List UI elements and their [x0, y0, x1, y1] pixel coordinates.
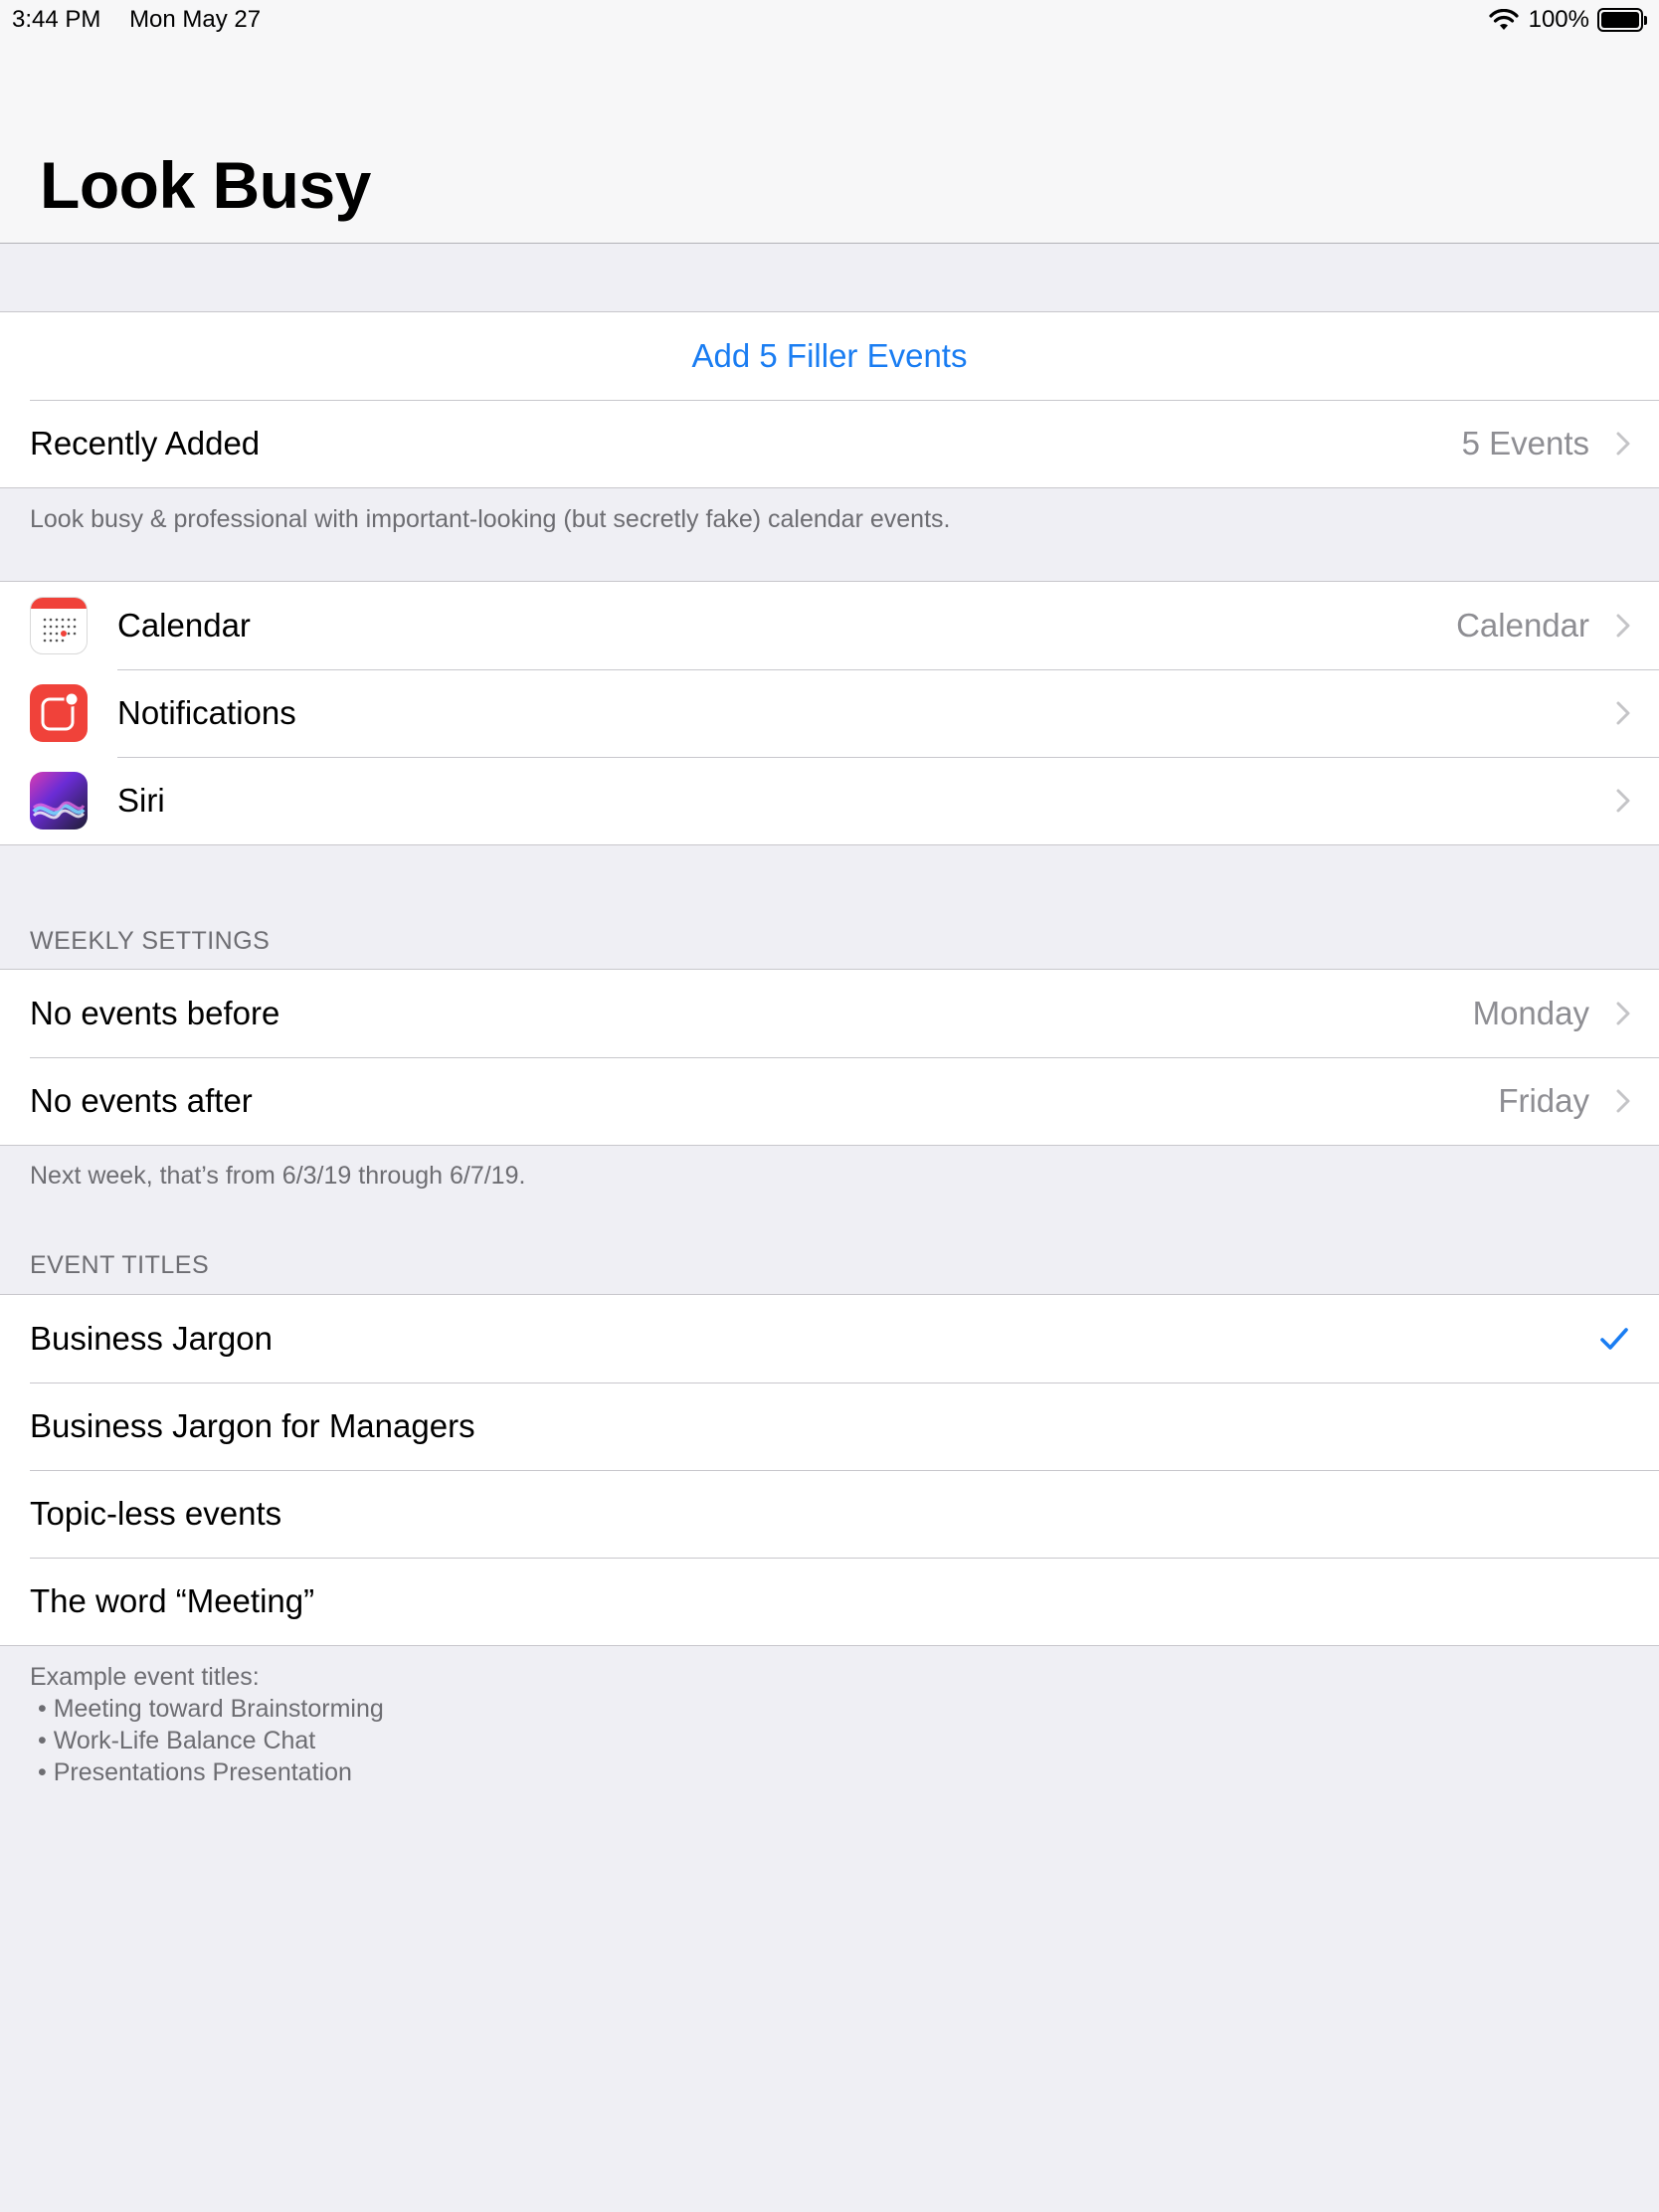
recently-added-label: Recently Added — [30, 425, 261, 461]
chevron-right-icon — [1616, 789, 1630, 813]
event-title-option-label: Business Jargon — [30, 1320, 273, 1357]
status-time: 3:44 PM — [12, 6, 101, 33]
event-title-option-label: The word “Meeting” — [30, 1582, 315, 1619]
no-events-before-value: Monday — [1472, 995, 1589, 1031]
actions-group: Add 5 Filler Events Recently Added 5 Eve… — [0, 311, 1659, 488]
event-title-option[interactable]: Business Jargon — [0, 1295, 1659, 1382]
no-events-before-row[interactable]: No events before Monday — [0, 970, 1659, 1057]
siri-app-icon — [30, 772, 88, 830]
event-title-option[interactable]: Business Jargon for Managers — [0, 1382, 1659, 1470]
event-title-option[interactable]: The word “Meeting” — [0, 1558, 1659, 1645]
event-titles-group: Business Jargon Business Jargon for Mana… — [0, 1294, 1659, 1646]
recently-added-value: 5 Events — [1461, 425, 1589, 461]
notifications-app-icon — [30, 684, 88, 742]
notifications-row[interactable]: Notifications — [0, 669, 1659, 757]
event-title-option[interactable]: Topic-less events — [0, 1470, 1659, 1558]
status-date: Mon May 27 — [129, 6, 262, 33]
calendar-value: Calendar — [1456, 607, 1589, 644]
event-titles-header: EVENT TITLES — [30, 1251, 210, 1279]
page-title: Look Busy — [40, 148, 371, 222]
notifications-label: Notifications — [117, 694, 296, 731]
chevron-right-icon — [1616, 614, 1630, 638]
weekly-settings-header: WEEKLY SETTINGS — [30, 927, 271, 955]
calendar-row[interactable]: Calendar Calendar — [0, 582, 1659, 669]
wifi-icon — [1489, 9, 1519, 30]
battery-percent: 100% — [1528, 6, 1589, 33]
chevron-right-icon — [1616, 1089, 1630, 1113]
main-footer: Look busy & professional with important-… — [30, 505, 951, 533]
siri-row[interactable]: Siri — [0, 757, 1659, 844]
example-titles-heading: Example event titles: — [30, 1663, 260, 1691]
status-bar-right: 100% — [1489, 6, 1649, 34]
battery-icon — [1597, 8, 1649, 32]
calendar-label: Calendar — [117, 607, 251, 644]
permissions-group: Calendar Calendar Notifications Siri — [0, 581, 1659, 845]
list-item: • Meeting toward Brainstorming — [38, 1695, 384, 1723]
chevron-right-icon — [1616, 432, 1630, 456]
event-title-option-label: Business Jargon for Managers — [30, 1407, 475, 1444]
calendar-app-icon — [30, 597, 88, 654]
checkmark-icon — [1600, 1328, 1628, 1350]
event-titles-footer: Example event titles: • Meeting toward B… — [30, 1661, 384, 1788]
event-title-option-label: Topic-less events — [30, 1495, 282, 1532]
no-events-after-value: Friday — [1498, 1082, 1589, 1119]
example-titles-list: • Meeting toward Brainstorming • Work-Li… — [30, 1693, 384, 1788]
weekly-settings-group: No events before Monday No events after … — [0, 969, 1659, 1146]
chevron-right-icon — [1616, 701, 1630, 725]
no-events-after-row[interactable]: No events after Friday — [0, 1057, 1659, 1145]
recently-added-row[interactable]: Recently Added 5 Events — [0, 400, 1659, 487]
weekly-footer: Next week, that’s from 6/3/19 through 6/… — [30, 1162, 526, 1190]
list-item: • Work-Life Balance Chat — [38, 1727, 316, 1754]
add-filler-events-button[interactable]: Add 5 Filler Events — [0, 312, 1659, 400]
add-filler-events-label: Add 5 Filler Events — [691, 337, 968, 374]
chevron-right-icon — [1616, 1002, 1630, 1025]
list-item: • Presentations Presentation — [38, 1758, 352, 1786]
status-bar-left: 3:44 PM Mon May 27 — [12, 6, 282, 34]
no-events-before-label: No events before — [30, 995, 280, 1031]
no-events-after-label: No events after — [30, 1082, 253, 1119]
siri-label: Siri — [117, 782, 165, 819]
navigation-bar: 3:44 PM Mon May 27 100% Look Busy — [0, 0, 1659, 244]
